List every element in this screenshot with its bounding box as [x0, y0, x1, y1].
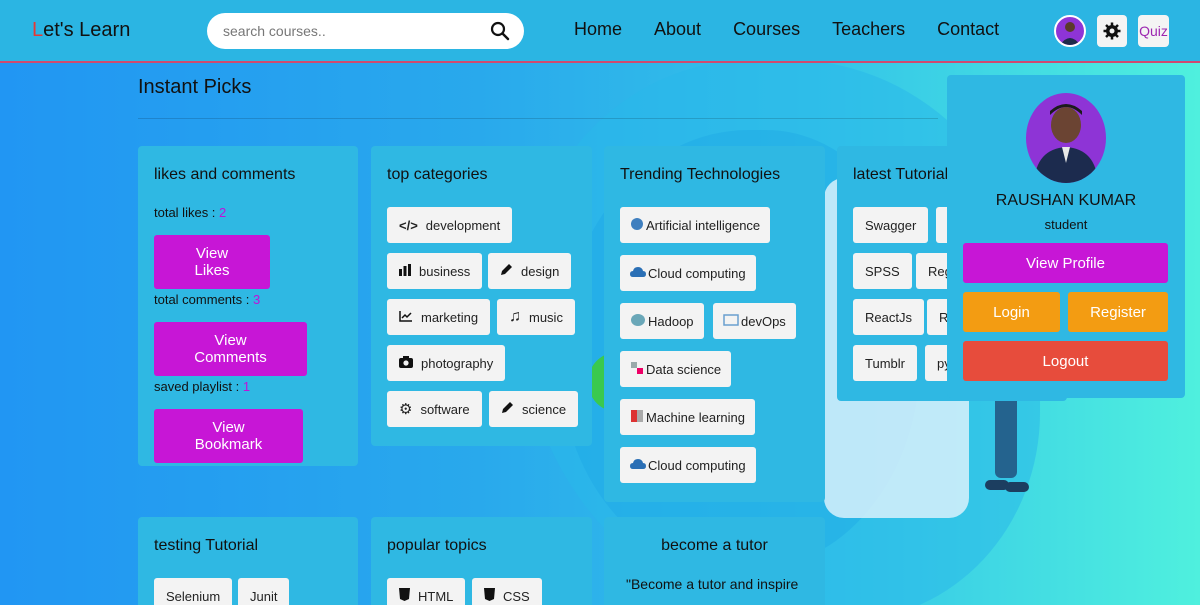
comments-count-text: total comments : 3 [154, 292, 261, 307]
html5-icon [399, 588, 410, 604]
tech-cloud[interactable]: Cloud computing [620, 255, 756, 291]
popular-topics-card: popular topics HTML CSS [371, 517, 592, 605]
profile-picture [1026, 93, 1106, 183]
music-icon: ♫ [509, 308, 521, 325]
view-likes-button[interactable]: View Likes [154, 235, 270, 289]
card-title: become a tutor [661, 537, 768, 554]
line-chart-icon [399, 310, 413, 325]
register-button[interactable]: Register [1068, 292, 1168, 332]
tech-hadoop[interactable]: Hadoop [620, 303, 704, 339]
logout-button[interactable]: Logout [963, 341, 1168, 381]
nav-teachers[interactable]: Teachers [832, 19, 905, 40]
search-input[interactable] [223, 21, 473, 41]
card-title: likes and comments [154, 166, 296, 183]
likes-comments-card: likes and comments total likes : 2 View … [138, 146, 358, 466]
category-photography[interactable]: photography [387, 345, 506, 381]
category-design[interactable]: design [488, 253, 572, 289]
gear-icon[interactable] [1097, 15, 1127, 47]
tech-machine-learning[interactable]: Machine learning [620, 399, 756, 435]
category-music[interactable]: ♫ music [497, 299, 575, 335]
nav-home[interactable]: Home [574, 19, 622, 40]
elephant-icon [630, 313, 646, 330]
brain-icon [630, 217, 644, 234]
become-tutor-card: become a tutor "Become a tutor and inspi… [604, 517, 825, 605]
category-science[interactable]: science [489, 391, 579, 427]
header: Let's Learn Home About Courses Teachers … [0, 0, 1200, 63]
nav-about[interactable]: About [654, 19, 701, 40]
card-title: testing Tutorial [154, 537, 259, 554]
user-avatar[interactable] [1054, 15, 1086, 47]
category-marketing[interactable]: marketing [387, 299, 491, 335]
category-development[interactable]: </> development [387, 207, 513, 243]
likes-count-text: total likes : 2 [154, 205, 227, 220]
data-icon [630, 361, 644, 378]
pen-icon [501, 401, 514, 417]
tech-data-science[interactable]: Data science [620, 351, 732, 387]
card-title: Trending Technologies [620, 166, 781, 183]
main-nav: Home About Courses Teachers Contact [574, 19, 1031, 40]
bar-chart-icon [399, 263, 411, 279]
view-bookmark-button[interactable]: View Bookmark [154, 409, 303, 463]
view-comments-button[interactable]: View Comments [154, 322, 307, 376]
tutor-quote: "Become a tutor and inspire [626, 576, 799, 592]
page-title: Instant Picks [138, 76, 252, 98]
tutorial-spss[interactable]: SPSS [853, 253, 912, 289]
topic-html[interactable]: HTML [387, 578, 466, 605]
code-icon: </> [399, 217, 418, 233]
top-categories-card: top categories </> development business d… [371, 146, 592, 446]
logo[interactable]: Let's Learn [32, 19, 130, 42]
profile-role: student [1044, 217, 1088, 232]
divider [138, 118, 938, 119]
topic-css[interactable]: CSS [472, 578, 542, 605]
cloud-icon [630, 458, 646, 473]
css3-icon [484, 588, 495, 604]
category-business[interactable]: business [387, 253, 483, 289]
cloud-icon [630, 266, 646, 281]
category-software[interactable]: ⚙ software [387, 391, 482, 427]
search-icon[interactable] [490, 21, 510, 41]
tutorial-reactjs[interactable]: ReactJs [853, 299, 924, 335]
nav-contact[interactable]: Contact [937, 19, 999, 40]
card-title: popular topics [387, 537, 487, 554]
tech-ai[interactable]: Artificial intelligence [620, 207, 771, 243]
tech-cloud-2[interactable]: Cloud computing [620, 447, 756, 483]
profile-name: RAUSHAN KUMAR [995, 192, 1137, 209]
gear-icon: ⚙ [399, 401, 413, 418]
trending-technologies-card: Trending Technologies Artificial intelli… [604, 146, 825, 502]
view-profile-button[interactable]: View Profile [963, 243, 1168, 283]
search-bar [207, 13, 524, 49]
card-title: top categories [387, 166, 488, 183]
testing-tutorial-card: testing Tutorial Selenium Junit [138, 517, 358, 605]
tech-devops[interactable]: devOps [713, 303, 796, 339]
ml-icon [630, 409, 644, 426]
camera-icon [399, 355, 413, 371]
quiz-button[interactable]: Quiz [1138, 15, 1169, 47]
profile-dropdown: RAUSHAN KUMAR student View Profile Login… [947, 75, 1185, 398]
login-button[interactable]: Login [963, 292, 1060, 332]
nav-courses[interactable]: Courses [733, 19, 800, 40]
testing-selenium[interactable]: Selenium [154, 578, 233, 605]
tutorial-swagger[interactable]: Swagger [853, 207, 929, 243]
testing-junit[interactable]: Junit [238, 578, 290, 605]
playlist-count-text: saved playlist : 1 [154, 379, 251, 394]
pen-icon [500, 263, 513, 279]
tutorial-tumblr[interactable]: Tumblr [853, 345, 917, 381]
devops-icon [723, 313, 739, 329]
